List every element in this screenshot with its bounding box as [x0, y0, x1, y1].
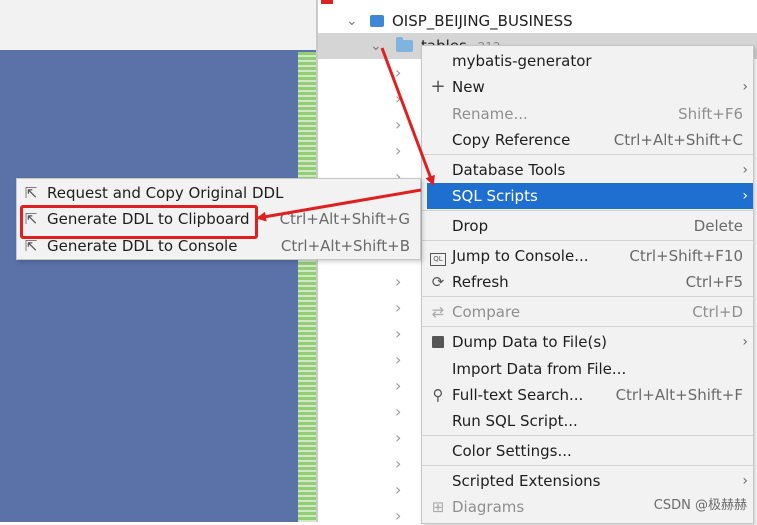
watermark: CSDN @极赫赫	[653, 498, 747, 513]
arrow-to-sql-scripts	[380, 47, 435, 186]
arrow-to-generate-ddl	[256, 188, 422, 222]
annotation-arrows	[256, 47, 435, 222]
